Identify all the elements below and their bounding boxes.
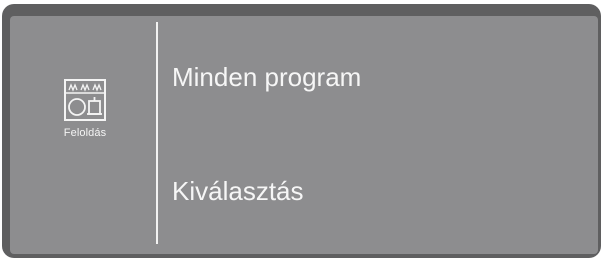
unlock-label: Feloldás [63,127,107,139]
unlock-button[interactable]: Feloldás [48,79,122,139]
menu-item-selection[interactable]: Kiválasztás [172,176,304,207]
menu-item-all-programs[interactable]: Minden program [172,62,361,93]
dishwasher-rack-icon [64,79,106,121]
vertical-divider [156,22,158,244]
